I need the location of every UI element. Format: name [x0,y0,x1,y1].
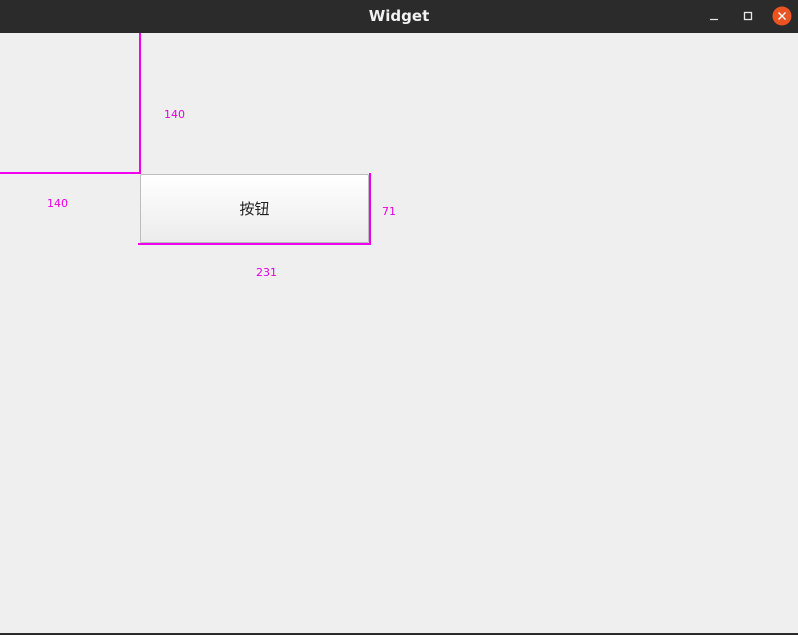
maximize-icon [743,11,753,21]
button-height-label: 71 [382,205,396,218]
push-button[interactable]: 按钮 [140,174,369,243]
close-button[interactable] [772,6,792,26]
left-margin-label: 140 [47,197,68,210]
left-margin-guide-line [0,172,140,174]
maximize-button[interactable] [738,6,758,26]
height-guide-line [369,173,371,245]
width-guide-line [138,243,371,245]
widget-window: Widget 140 140 71 231 按钮 [0,0,798,635]
window-title: Widget [368,7,430,25]
title-bar[interactable]: Widget [0,0,798,33]
top-margin-label: 140 [164,108,185,121]
top-margin-guide-line [139,33,141,174]
button-width-label: 231 [256,266,277,279]
close-icon [772,6,792,26]
minimize-button[interactable] [704,6,724,26]
client-area [0,33,798,634]
minimize-icon [710,18,718,21]
